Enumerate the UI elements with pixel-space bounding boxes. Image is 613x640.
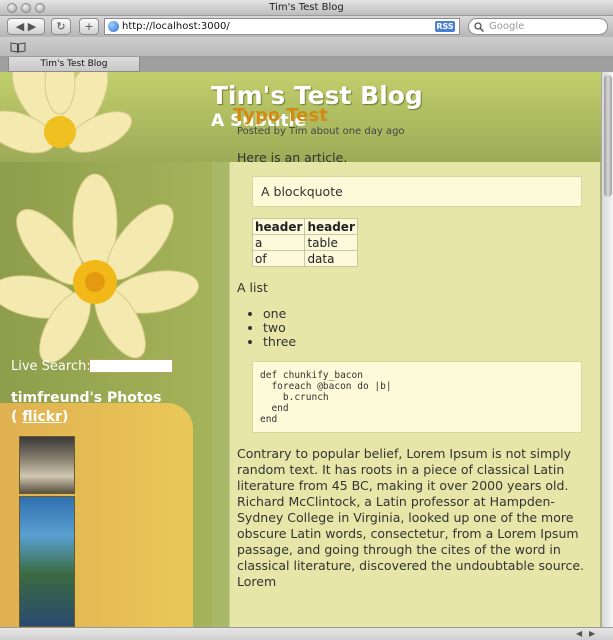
table-cell: a [251, 234, 306, 251]
address-text: http://localhost:3000/ [122, 21, 230, 32]
water-lily-image [0, 72, 199, 364]
table-cell: table [304, 234, 358, 251]
close-window-button[interactable] [7, 3, 17, 13]
tab-tims-test-blog[interactable]: Tim's Test Blog [8, 57, 140, 72]
globe-icon [108, 21, 119, 32]
photos-title: timfreund's Photos ( flickr) [11, 389, 191, 427]
flickr-link[interactable]: flickr [22, 409, 62, 425]
search-field[interactable]: Google [468, 18, 608, 35]
minimize-window-button[interactable] [21, 3, 31, 13]
magnifier-icon [474, 22, 484, 32]
photos-title-text: timfreund's Photos [11, 390, 162, 406]
scroll-left-arrow-icon[interactable]: ◀ [576, 629, 582, 638]
flickr-photo-2[interactable] [19, 496, 75, 627]
list-label: A list [237, 280, 268, 295]
horizontal-scrollbar[interactable]: ◀ ▶ [0, 627, 613, 640]
table-cell: of [251, 250, 306, 267]
list-item: one [263, 307, 296, 321]
book-icon[interactable] [10, 42, 26, 53]
post-title[interactable]: Typo Test [233, 105, 328, 126]
back-forward-button[interactable]: ◀ ▶ [7, 18, 45, 35]
scroll-right-arrow-icon[interactable]: ▶ [589, 629, 595, 638]
table-header-row: header header [251, 218, 358, 235]
rss-icon[interactable]: RSS [435, 21, 455, 32]
live-search-label: Live Search: [11, 359, 91, 374]
vertical-scrollbar[interactable] [601, 72, 613, 627]
flickr-photo-1[interactable] [19, 436, 75, 494]
live-search-input[interactable] [89, 359, 173, 373]
list-item: three [263, 335, 296, 349]
table-header: header [251, 218, 306, 235]
search-placeholder: Google [489, 21, 525, 32]
address-bar[interactable]: http://localhost:3000/ [104, 18, 460, 35]
blockquote: A blockquote [252, 176, 582, 207]
post-intro: Here is an article. [237, 150, 348, 165]
table-row: of data [251, 250, 358, 267]
bullet-list: one two three [263, 307, 296, 349]
scrollbar-thumb[interactable] [604, 75, 612, 197]
post-meta: Posted by Tim about one day ago [237, 126, 405, 137]
zoom-window-button[interactable] [35, 3, 45, 13]
table-cell: data [304, 250, 358, 267]
window-title: Tim's Test Blog [269, 2, 344, 13]
page-viewport: Tim's Test Blog A Subtitle Live Search: … [0, 72, 601, 627]
window-titlebar: Tim's Test Blog [0, 0, 613, 16]
photos-link-suffix: ) [61, 409, 69, 425]
post-body: Contrary to popular belief, Lorem Ipsum … [237, 446, 585, 589]
bookmarks-bar [0, 37, 613, 57]
list-item: two [263, 321, 296, 335]
add-bookmark-button[interactable]: + [79, 18, 99, 35]
browser-toolbar: ◀ ▶ ↻ + http://localhost:3000/ RSS Googl… [0, 16, 613, 37]
table-header: header [304, 218, 358, 235]
photos-link-prefix: ( [11, 409, 23, 425]
table-row: a table [251, 234, 358, 251]
tab-strip: Tim's Test Blog [0, 57, 613, 72]
data-table: header header a table of data [251, 218, 358, 267]
code-block: def chunkify_bacon foreach @bacon do |b|… [252, 361, 582, 433]
reload-button[interactable]: ↻ [51, 18, 71, 35]
